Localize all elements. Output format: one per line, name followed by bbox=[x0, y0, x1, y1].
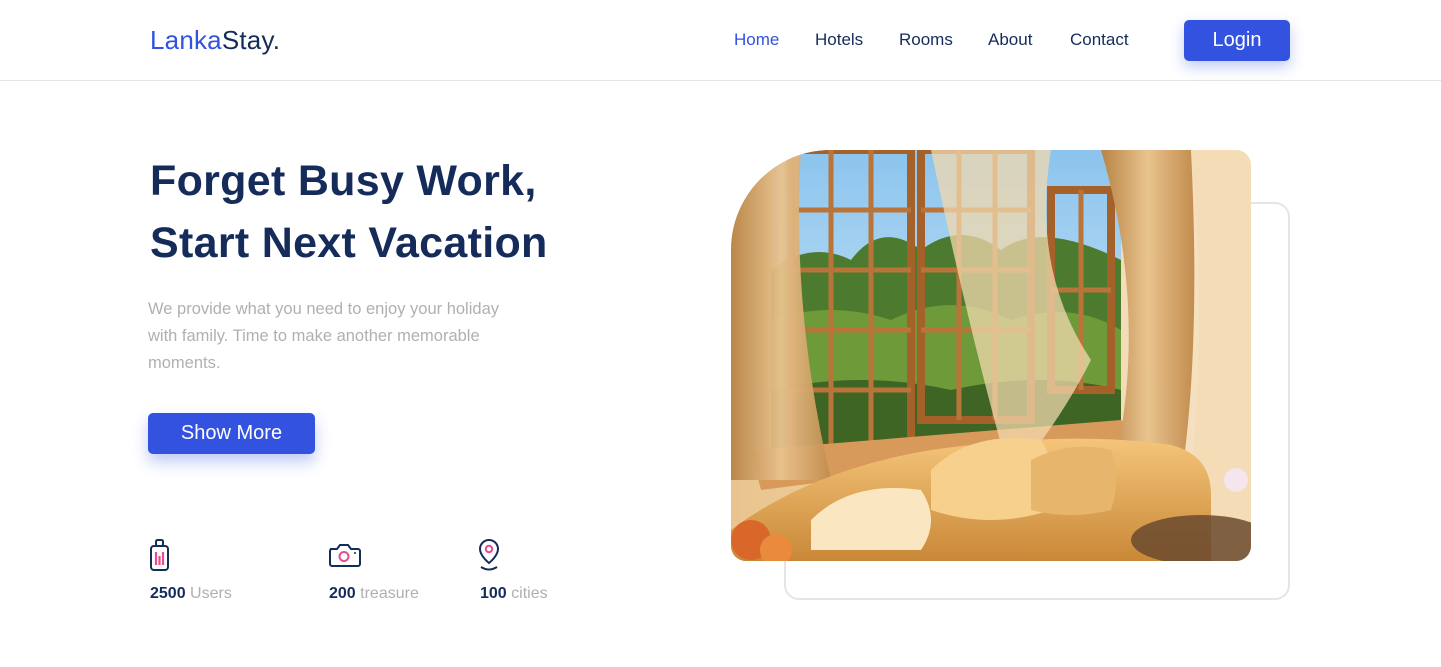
hero-title-line-1: Forget Busy Work, bbox=[150, 157, 537, 205]
stat-cities: 100 cities bbox=[478, 537, 548, 602]
stat-users-value: 2500 bbox=[150, 585, 186, 602]
hero-title-line-2: Start Next Vacation bbox=[150, 219, 548, 267]
hero-room-image bbox=[731, 150, 1251, 561]
location-pin-icon bbox=[478, 538, 500, 571]
site-header: LankaStay. Home Hotels Rooms About Conta… bbox=[0, 0, 1441, 81]
stat-cities-value: 100 bbox=[480, 585, 507, 602]
stat-cities-unit: cities bbox=[511, 585, 548, 602]
stat-users-label: 2500 Users bbox=[150, 585, 232, 603]
stat-treasure: 200 treasure bbox=[327, 537, 419, 602]
camera-icon bbox=[329, 544, 361, 567]
stat-treasure-label: 200 treasure bbox=[329, 585, 419, 603]
nav-contact[interactable]: Contact bbox=[1070, 30, 1129, 50]
stat-treasure-value: 200 bbox=[329, 585, 356, 602]
stat-cities-label: 100 cities bbox=[480, 585, 548, 603]
stat-users-unit: Users bbox=[190, 585, 232, 602]
nav-hotels[interactable]: Hotels bbox=[815, 30, 863, 50]
luggage-icon bbox=[150, 539, 169, 571]
nav-rooms[interactable]: Rooms bbox=[899, 30, 953, 50]
nav-about[interactable]: About bbox=[988, 30, 1032, 50]
stat-users: 2500 Users bbox=[148, 537, 232, 602]
stat-treasure-unit: treasure bbox=[360, 585, 419, 602]
login-button[interactable]: Login bbox=[1184, 20, 1290, 61]
hero-description: We provide what you need to enjoy your h… bbox=[148, 300, 499, 372]
show-more-button[interactable]: Show More bbox=[148, 413, 315, 454]
hero-title: Forget Busy Work, Start Next Vacation bbox=[150, 150, 548, 274]
nav-home[interactable]: Home bbox=[734, 30, 779, 50]
